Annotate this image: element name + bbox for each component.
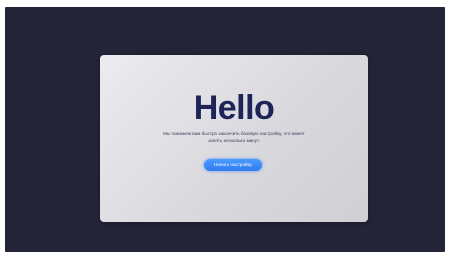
welcome-subtitle: Мы поможем вам быстро закончить базовую … — [163, 131, 305, 143]
start-setup-button[interactable]: Начать настройку — [204, 159, 262, 171]
welcome-card: Hello Мы поможем вам быстро закончить ба… — [100, 55, 368, 222]
welcome-title: Hello — [193, 89, 275, 127]
screen-backdrop: Hello Мы поможем вам быстро закончить ба… — [5, 7, 445, 252]
